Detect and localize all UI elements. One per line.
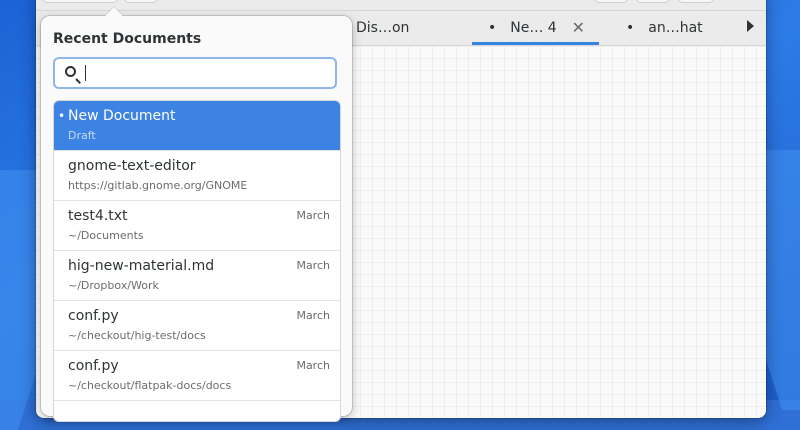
open-button[interactable]	[42, 0, 118, 3]
main-menu-button[interactable]	[678, 0, 714, 3]
list-item[interactable]: • New Document Draft	[54, 101, 340, 151]
tab-label: Dis…on	[356, 20, 410, 36]
document-name: New Document	[68, 108, 176, 124]
list-item[interactable]: conf.py ~/checkout/hig-test/docs March	[54, 301, 340, 351]
document-path: ~/checkout/flatpak-docs/docs	[68, 379, 232, 392]
close-icon[interactable]: ✕	[572, 18, 585, 37]
recent-documents-list: • New Document Draft gnome-text-editor h…	[53, 100, 341, 422]
header-button[interactable]	[636, 0, 670, 3]
document-name: conf.py	[68, 358, 119, 374]
modified-indicator: •	[488, 20, 497, 36]
document-name: test4.txt	[68, 208, 128, 224]
document-path: Draft	[68, 129, 96, 142]
document-path: ~/checkout/hig-test/docs	[68, 329, 206, 342]
document-date: March	[296, 209, 330, 222]
modified-indicator: •	[626, 20, 635, 36]
popover-title: Recent Documents	[53, 31, 202, 47]
document-name: hig-new-material.md	[68, 258, 215, 274]
document-date: March	[296, 309, 330, 322]
tab-an-hat[interactable]: • an…hat	[613, 11, 723, 45]
tab-dis-on[interactable]: Dis…on	[356, 11, 466, 45]
search-input[interactable]	[87, 64, 331, 84]
new-tab-button[interactable]	[124, 0, 158, 3]
search-field[interactable]	[53, 57, 337, 89]
tab-new-document[interactable]: • Ne… 4 ✕	[472, 11, 599, 45]
chevron-right-icon[interactable]	[747, 20, 754, 32]
document-date: March	[296, 259, 330, 272]
save-button[interactable]	[594, 0, 628, 3]
document-path: https://gitlab.gnome.org/GNOME	[68, 179, 248, 192]
list-item[interactable]: test4.txt ~/Documents March	[54, 201, 340, 251]
list-item[interactable]: conf.py ~/checkout/flatpak-docs/docs Mar…	[54, 351, 340, 401]
document-name: conf.py	[68, 308, 119, 324]
recent-documents-popover: Recent Documents • New Document Draft gn…	[41, 7, 352, 422]
list-item[interactable]: hig-new-material.md ~/Dropbox/Work March	[54, 251, 340, 301]
tab-label: Ne… 4	[510, 20, 557, 36]
document-path: ~/Dropbox/Work	[68, 279, 159, 292]
document-name: gnome-text-editor	[68, 158, 196, 174]
list-item[interactable]: gnome-text-editor https://gitlab.gnome.o…	[54, 151, 340, 201]
search-icon	[65, 66, 76, 77]
popover-arrow	[104, 7, 124, 17]
text-cursor	[85, 65, 86, 81]
document-path: ~/Documents	[68, 229, 144, 242]
document-date: March	[296, 359, 330, 372]
header-bar	[36, 0, 766, 11]
modified-indicator: •	[58, 109, 66, 123]
tab-label: an…hat	[648, 20, 703, 36]
